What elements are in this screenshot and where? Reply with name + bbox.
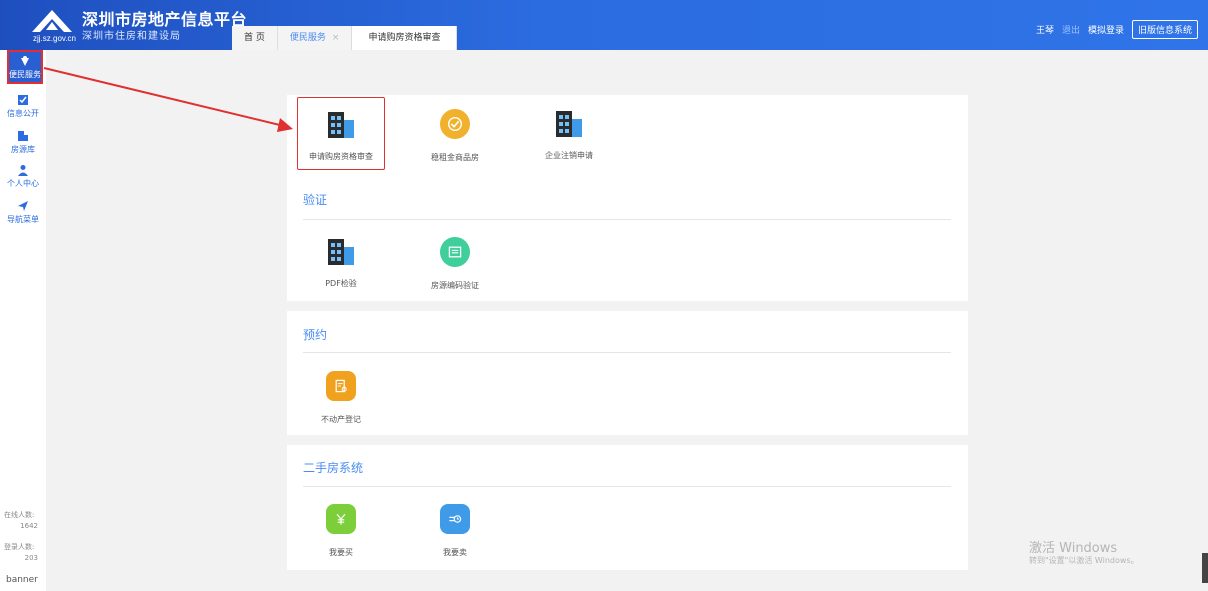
yuan-icon-wrap	[324, 504, 358, 538]
top-header: zjj.sz.gov.cn 深圳市房地产信息平台 深圳市住房和建设局 首 页 便…	[0, 0, 1208, 50]
service-label: 我要买	[329, 548, 353, 557]
tab-convenience-label: 便民服务	[289, 33, 326, 43]
sidebar-item-info[interactable]: 信息公开	[0, 94, 46, 119]
sidebar-item-navigation[interactable]: 导航菜单	[0, 200, 46, 225]
divider	[303, 219, 951, 220]
username: 王琴	[1035, 26, 1054, 36]
banner-image: banner	[6, 575, 38, 585]
login-label: 登录人数:	[4, 543, 35, 551]
service-label: 不动产登记	[321, 415, 361, 424]
building-icon	[552, 107, 586, 141]
old-system-button[interactable]: 旧版信息系统	[1131, 20, 1198, 39]
service-label: 企业注销申请	[545, 151, 593, 160]
logo-domain: zjj.sz.gov.cn	[33, 34, 76, 43]
navigation-icon	[18, 201, 28, 211]
activation-watermark-sub: 转到"设置"以激活 Windows。	[1029, 556, 1139, 565]
appointment-panel: 预约 不动产登记	[287, 311, 968, 435]
simulate-login-link[interactable]: 模拟登录	[1088, 23, 1124, 36]
section-title-second-hand: 二手房系统	[303, 461, 364, 475]
services-panel: 申请购房资格审查 稳租金商品房 企业注销申请 验证 PDF检验 房源编码验证	[287, 95, 968, 301]
check-circle-icon	[440, 109, 470, 139]
section-title-verify: 验证	[303, 193, 328, 207]
divider	[303, 486, 951, 487]
service-label: PDF检验	[325, 279, 357, 288]
service-label: 申请购房资格审查	[309, 152, 373, 161]
user-icon	[18, 165, 28, 176]
service-listing-code-verify[interactable]: 房源编码验证	[411, 235, 499, 291]
section-title-appointment: 预约	[303, 328, 328, 342]
yuan-icon	[326, 504, 356, 534]
second-hand-panel: 二手房系统 我要买 我要卖	[287, 445, 968, 570]
site-subtitle: 深圳市住房和建设局	[82, 31, 181, 42]
sidebar: 便民服务 信息公开 房源库 个人中心 导航菜单 在线人数: 1642 登录人数:…	[0, 50, 46, 591]
service-pdf-verify[interactable]: PDF检验	[297, 235, 385, 289]
logout-link[interactable]: 退出	[1062, 23, 1080, 36]
document-icon-wrap	[438, 237, 472, 271]
login-value: 203	[24, 554, 38, 562]
tab-purchase-label: 申请购房资格审查	[368, 33, 441, 43]
online-value: 1642	[20, 522, 38, 530]
activation-watermark-title: 激活 Windows	[1029, 541, 1118, 556]
service-sell[interactable]: 我要卖	[411, 502, 499, 558]
check-circle-icon-wrap	[438, 109, 472, 143]
building-icon	[324, 235, 358, 269]
sidebar-item-label: 信息公开	[7, 109, 39, 118]
sell-icon-wrap	[438, 504, 472, 538]
document-icon	[440, 237, 470, 267]
sidebar-item-listings[interactable]: 房源库	[0, 130, 46, 155]
sidebar-item-label: 房源库	[11, 145, 35, 154]
tab-home[interactable]: 首 页	[232, 26, 278, 50]
online-count: 在线人数: 1642	[4, 510, 38, 532]
sidebar-item-label: 个人中心	[7, 179, 39, 188]
building-icon	[18, 131, 28, 141]
info-icon	[18, 95, 28, 105]
online-label: 在线人数:	[4, 511, 35, 519]
tab-purchase-qualification[interactable]: 申请购房资格审查	[352, 26, 458, 50]
service-buy[interactable]: 我要买	[297, 502, 385, 558]
sidebar-item-personal[interactable]: 个人中心	[0, 164, 46, 189]
building-icon	[324, 108, 358, 142]
tab-convenience-service[interactable]: 便民服务 ×	[277, 26, 353, 50]
service-stable-rent[interactable]: 稳租金商品房	[411, 107, 499, 163]
sidebar-item-label: 便民服务	[9, 70, 41, 79]
divider	[303, 352, 951, 353]
service-label: 我要卖	[443, 548, 467, 557]
login-count: 登录人数: 203	[4, 542, 38, 564]
service-purchase-qualification[interactable]: 申请购房资格审查	[297, 97, 385, 170]
service-label: 稳租金商品房	[431, 153, 479, 162]
service-company-cancel[interactable]: 企业注销申请	[525, 107, 613, 161]
scroll-edge	[1202, 553, 1208, 583]
sell-icon	[440, 504, 470, 534]
register-icon	[326, 371, 356, 401]
service-label: 房源编码验证	[431, 281, 479, 290]
service-property-register[interactable]: 不动产登记	[297, 369, 385, 425]
close-icon[interactable]: ×	[332, 26, 340, 50]
logo-icon	[32, 10, 72, 32]
tab-bar: 首 页 便民服务 × 申请购房资格审查	[232, 26, 458, 50]
user-area: 王琴 退出 模拟登录 旧版信息系统	[1036, 20, 1198, 39]
register-icon-wrap	[324, 371, 358, 405]
sidebar-item-convenience[interactable]: 便民服务	[7, 50, 43, 84]
service-icon	[21, 56, 29, 66]
sidebar-item-label: 导航菜单	[7, 215, 39, 224]
tab-home-label: 首 页	[244, 33, 265, 43]
